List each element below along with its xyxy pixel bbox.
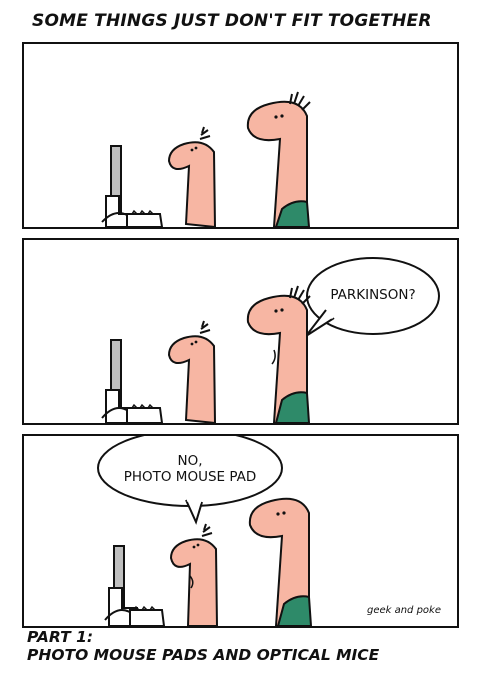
panel-1-scene bbox=[101, 91, 311, 227]
comic-panel-1 bbox=[22, 42, 459, 229]
tall-figure bbox=[246, 285, 311, 423]
speech-bubble-text: NO, PHOTO MOUSE PAD bbox=[108, 453, 272, 485]
comic-caption: PART 1: PHOTO MOUSE PADS AND OPTICAL MIC… bbox=[27, 628, 379, 664]
comic-title: SOME THINGS JUST DON'T FIT TOGETHER bbox=[32, 11, 432, 31]
tall-figure bbox=[248, 497, 313, 626]
caption-line-1: PART 1: bbox=[27, 628, 94, 646]
short-figure bbox=[167, 126, 217, 227]
keyboard bbox=[126, 209, 164, 227]
comic-panel-3: NO, PHOTO MOUSE PAD geek and poke bbox=[22, 434, 459, 628]
speech-line-2: PHOTO MOUSE PAD bbox=[123, 469, 257, 485]
tall-figure bbox=[246, 91, 311, 227]
speech-bubble-text: PARKINSON? bbox=[330, 287, 416, 303]
keyboard bbox=[129, 605, 166, 626]
short-figure bbox=[169, 523, 219, 626]
speech-line-1: NO, bbox=[177, 453, 203, 469]
comic-panel-2: PARKINSON? bbox=[22, 238, 459, 425]
keyboard bbox=[126, 403, 164, 423]
short-figure bbox=[167, 320, 217, 423]
artist-signature: geek and poke bbox=[366, 605, 441, 616]
panel-2-scene bbox=[101, 257, 440, 423]
caption-line-2: PHOTO MOUSE PADS AND OPTICAL MICE bbox=[27, 646, 380, 664]
